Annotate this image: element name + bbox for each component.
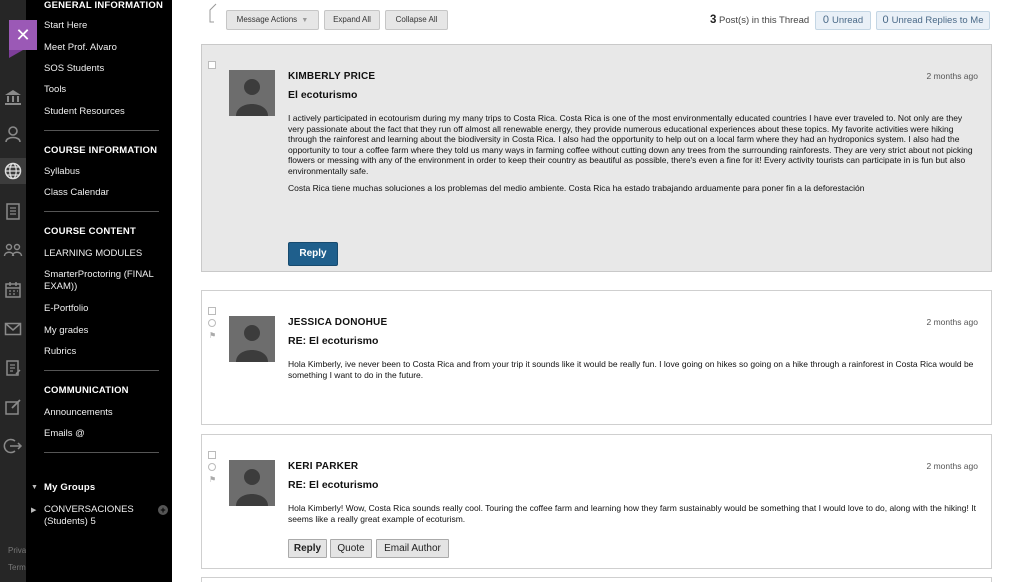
section-title-communication: COMMUNICATION: [44, 385, 129, 396]
sign-out-icon[interactable]: [0, 433, 26, 459]
menu-item-tools[interactable]: Tools: [44, 84, 164, 96]
menu-item-start-here[interactable]: Start Here: [44, 20, 164, 32]
unread-label: Unread: [831, 15, 864, 26]
chevron-down-icon: ▼: [301, 17, 309, 24]
select-all-bracket-icon: [209, 3, 217, 23]
profile-icon[interactable]: [0, 121, 26, 147]
email-author-button[interactable]: Email Author: [376, 539, 449, 558]
flag-icon[interactable]: ⚑: [209, 331, 216, 340]
expand-all-button[interactable]: Expand All: [324, 10, 380, 30]
post-select-checkbox[interactable]: [208, 307, 216, 315]
menu-item-announcements[interactable]: Announcements: [44, 407, 164, 419]
institution-icon[interactable]: [0, 84, 26, 110]
unread-replies-filter-button[interactable]: 0 Unread Replies to Me: [876, 11, 990, 30]
menu-item-my-grades[interactable]: My grades: [44, 325, 164, 337]
post-paragraph: Hola Kimberly! Wow, Costa Rica sounds re…: [288, 503, 976, 524]
terms-link[interactable]: Term: [8, 563, 26, 572]
post-count-label: Post(s) in this Thread: [719, 15, 810, 26]
menu-item-sos-students[interactable]: SOS Students: [44, 63, 164, 75]
privacy-link[interactable]: Priva: [8, 546, 26, 555]
section-title-general: GENERAL INFORMATION: [44, 0, 164, 11]
post-author[interactable]: KIMBERLY PRICE: [288, 71, 375, 82]
menu-item-class-calendar[interactable]: Class Calendar: [44, 187, 164, 199]
post-author[interactable]: JESSICA DONOHUE: [288, 317, 387, 328]
section-title-course-content: COURSE CONTENT: [44, 226, 136, 237]
post-body: I actively participated in ecotourism du…: [288, 113, 978, 199]
edit-tools-icon[interactable]: [0, 394, 26, 420]
post-body: Hola Kimberly! Wow, Costa Rica sounds re…: [288, 503, 978, 530]
menu-item-student-resources[interactable]: Student Resources: [44, 106, 164, 118]
messages-icon[interactable]: [0, 316, 26, 342]
post-card[interactable]: ⚑ JESSICA DONOHUE RE: El ecoturismo 2 mo…: [201, 290, 992, 425]
organizations-icon[interactable]: [0, 198, 26, 224]
message-actions-label: Message Actions: [236, 15, 298, 24]
unread-replies-count: 0: [882, 14, 889, 26]
post-count: 3 Post(s) in this Thread: [710, 14, 809, 26]
menu-item-smarterproctoring[interactable]: SmarterProctoring (FINAL EXAM)): [44, 269, 164, 293]
post-subject: El ecoturismo: [288, 89, 358, 101]
post-select-checkbox[interactable]: [208, 61, 216, 69]
post-body: Hola Kimberly, ive never been to Costa R…: [288, 359, 978, 386]
global-nav-rail: ✕ Priva Term: [0, 0, 37, 582]
post-paragraph: I actively participated in ecotourism du…: [288, 113, 973, 176]
menu-item-e-portfolio[interactable]: E-Portfolio: [44, 303, 164, 315]
group-item-conversaciones[interactable]: CONVERSACIONES (Students) 5: [44, 504, 149, 528]
discussion-thread: Message Actions ▼ Expand All Collapse Al…: [172, 0, 1024, 582]
reply-button[interactable]: Reply: [288, 539, 327, 558]
menu-item-learning-modules[interactable]: LEARNING MODULES: [44, 248, 164, 260]
message-actions-button[interactable]: Message Actions ▼: [226, 10, 319, 30]
group-add-icon[interactable]: +: [158, 505, 168, 515]
my-groups-expanded-icon[interactable]: ▼: [31, 484, 38, 491]
close-menu-icon[interactable]: ✕: [9, 20, 37, 58]
post-paragraph: Costa Rica tiene muchas soluciones a los…: [288, 182, 865, 193]
post-timestamp: 2 months ago: [926, 71, 978, 81]
menu-divider: [44, 211, 159, 212]
menu-item-syllabus[interactable]: Syllabus: [44, 166, 164, 178]
section-title-my-groups[interactable]: My Groups: [44, 482, 95, 493]
post-paragraph: Hola Kimberly, ive never been to Costa R…: [288, 359, 974, 380]
menu-divider: [44, 130, 159, 131]
mark-read-toggle[interactable]: [208, 319, 216, 327]
next-post-edge: [201, 577, 992, 582]
post-count-number: 3: [710, 14, 717, 26]
menu-item-meet-prof[interactable]: Meet Prof. Alvaro: [44, 42, 164, 54]
reply-button[interactable]: Reply: [288, 242, 338, 266]
collapse-all-button[interactable]: Collapse All: [385, 10, 448, 30]
group-collapsed-icon[interactable]: ▶: [31, 506, 36, 514]
post-select-checkbox[interactable]: [208, 451, 216, 459]
post-timestamp: 2 months ago: [926, 461, 978, 471]
mark-read-toggle[interactable]: [208, 463, 216, 471]
avatar: [229, 460, 275, 506]
grades-icon[interactable]: [0, 355, 26, 381]
groups-icon[interactable]: [0, 237, 26, 263]
post-subject: RE: El ecoturismo: [288, 479, 379, 491]
quote-button[interactable]: Quote: [330, 539, 372, 558]
post-author[interactable]: KERI PARKER: [288, 461, 358, 472]
post-card[interactable]: KIMBERLY PRICE El ecoturismo 2 months ag…: [201, 44, 992, 272]
menu-item-rubrics[interactable]: Rubrics: [44, 346, 164, 358]
menu-divider: [44, 452, 159, 453]
flag-icon[interactable]: ⚑: [209, 475, 216, 484]
section-title-course-info: COURSE INFORMATION: [44, 145, 158, 156]
calendar-icon[interactable]: [0, 277, 26, 303]
menu-divider: [44, 370, 159, 371]
unread-filter-button[interactable]: 0 Unread: [815, 11, 871, 30]
unread-replies-label: Unread Replies to Me: [891, 15, 984, 26]
courses-globe-icon[interactable]: [0, 158, 26, 184]
unread-count: 0: [822, 14, 829, 26]
post-timestamp: 2 months ago: [926, 317, 978, 327]
post-card[interactable]: ⚑ KERI PARKER RE: El ecoturismo 2 months…: [201, 434, 992, 569]
course-menu: GENERAL INFORMATION Start Here Meet Prof…: [26, 0, 172, 582]
post-subject: RE: El ecoturismo: [288, 335, 379, 347]
avatar: [229, 70, 275, 116]
avatar: [229, 316, 275, 362]
menu-item-emails[interactable]: Emails @: [44, 428, 164, 440]
